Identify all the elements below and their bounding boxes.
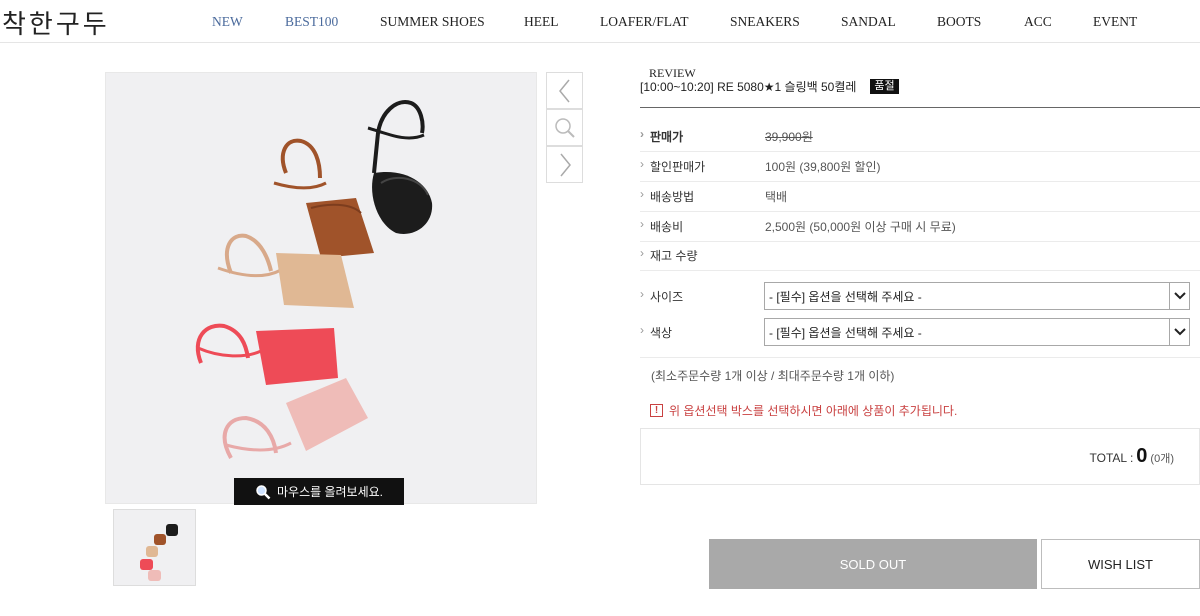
nav-item-boots[interactable]: BOOTS <box>937 14 981 30</box>
color-select[interactable]: - [필수] 옵션을 선택해 주세요 - <box>764 318 1190 346</box>
total-amount: 0 <box>1136 445 1148 467</box>
nav-item-sneakers[interactable]: SNEAKERS <box>730 14 800 30</box>
total-count: (0개) <box>1150 453 1174 465</box>
zoom-icon <box>554 117 575 138</box>
product-name: [10:00~10:20] RE 5080★1 슬링백 50켤레 <box>640 80 857 94</box>
info-label: 배송방법 <box>640 187 765 205</box>
info-row-sale-price: 할인판매가 100원 (39,800원 할인) <box>640 152 1200 182</box>
option-label: 색상 <box>640 323 765 341</box>
info-label: 재고 수량 <box>640 246 765 264</box>
nav-item-best100[interactable]: BEST100 <box>285 14 338 30</box>
nav-item-new[interactable]: NEW <box>212 14 243 30</box>
site-header: 착한구두 NEW BEST100 SUMMER SHOES HEEL LOAFE… <box>0 0 1200 43</box>
shipping-fee: 2,500원 (50,000원 이상 구매 시 무료) <box>765 220 956 234</box>
nav-item-loafer-flat[interactable]: LOAFER/FLAT <box>600 14 689 30</box>
zoom-hint-text: 마우스를 올려보세요. <box>276 485 384 499</box>
option-label: 사이즈 <box>640 287 765 305</box>
chevron-down-icon <box>1169 283 1189 309</box>
nav-item-sandal[interactable]: SANDAL <box>841 14 896 30</box>
wishlist-button[interactable]: WISH LIST <box>1041 539 1200 589</box>
nav-item-summer-shoes[interactable]: SUMMER SHOES <box>380 14 485 30</box>
info-label: 할인판매가 <box>640 157 765 175</box>
warning-icon: ! <box>650 404 663 417</box>
sandals-illustration <box>106 73 536 503</box>
option-warning: ! 위 옵션선택 박스를 선택하시면 아래에 상품이 추가됩니다. <box>650 402 957 419</box>
warning-text: 위 옵션선택 박스를 선택하시면 아래에 상품이 추가됩니다. <box>669 404 958 418</box>
color-select-value: - [필수] 옵션을 선택해 주세요 - <box>769 325 922 340</box>
main-nav: NEW BEST100 SUMMER SHOES HEEL LOAFER/FLA… <box>0 14 1200 32</box>
soldout-button[interactable]: SOLD OUT <box>709 539 1037 589</box>
size-select-value: - [필수] 옵션을 선택해 주세요 - <box>769 289 922 304</box>
chevron-left-icon <box>558 79 570 102</box>
zoom-hint-banner: 마우스를 올려보세요. <box>234 478 404 505</box>
total-label: TOTAL : <box>1089 451 1134 465</box>
size-select[interactable]: - [필수] 옵션을 선택해 주세요 - <box>764 282 1190 310</box>
info-label: 판매가 <box>640 127 765 145</box>
magnifier-icon <box>256 484 271 499</box>
info-label: 배송비 <box>640 217 765 235</box>
chevron-down-icon <box>1169 319 1189 345</box>
options-divider <box>640 357 1200 358</box>
original-price: 39,900원 <box>765 130 813 144</box>
title-divider <box>640 107 1200 108</box>
nav-item-heel[interactable]: HEEL <box>524 14 559 30</box>
product-thumbnail[interactable] <box>113 509 196 586</box>
prev-image-button[interactable] <box>546 72 583 109</box>
zoom-button[interactable] <box>546 109 583 146</box>
info-row-shipping-method: 배송방법 택배 <box>640 182 1200 212</box>
chevron-right-icon <box>559 153 571 176</box>
total-price: TOTAL : 0 (0개) <box>1090 445 1175 468</box>
shipping-method: 택배 <box>765 190 788 204</box>
option-row-color: 색상 - [필수] 옵션을 선택해 주세요 - <box>640 313 1200 351</box>
order-quantity-note: (최소주문수량 1개 이상 / 최대주문수량 1개 이하) <box>651 369 895 383</box>
next-image-button[interactable] <box>546 146 583 183</box>
product-title: [10:00~10:20] RE 5080★1 슬링백 50켤레 품절 <box>640 78 899 95</box>
soldout-badge: 품절 <box>870 79 899 94</box>
info-row-shipping-fee: 배송비 2,500원 (50,000원 이상 구매 시 무료) <box>640 212 1200 242</box>
sale-price: 100원 (39,800원 할인) <box>765 160 881 174</box>
nav-item-acc[interactable]: ACC <box>1024 14 1052 30</box>
nav-item-event[interactable]: EVENT <box>1093 14 1137 30</box>
info-row-price: 판매가 39,900원 <box>640 122 1200 152</box>
info-row-stock: 재고 수량 <box>640 241 1200 271</box>
thumbnail-image <box>114 510 195 585</box>
total-box: TOTAL : 0 (0개) <box>640 428 1200 485</box>
option-row-size: 사이즈 - [필수] 옵션을 선택해 주세요 - <box>640 277 1200 315</box>
product-main-image[interactable] <box>105 72 537 504</box>
